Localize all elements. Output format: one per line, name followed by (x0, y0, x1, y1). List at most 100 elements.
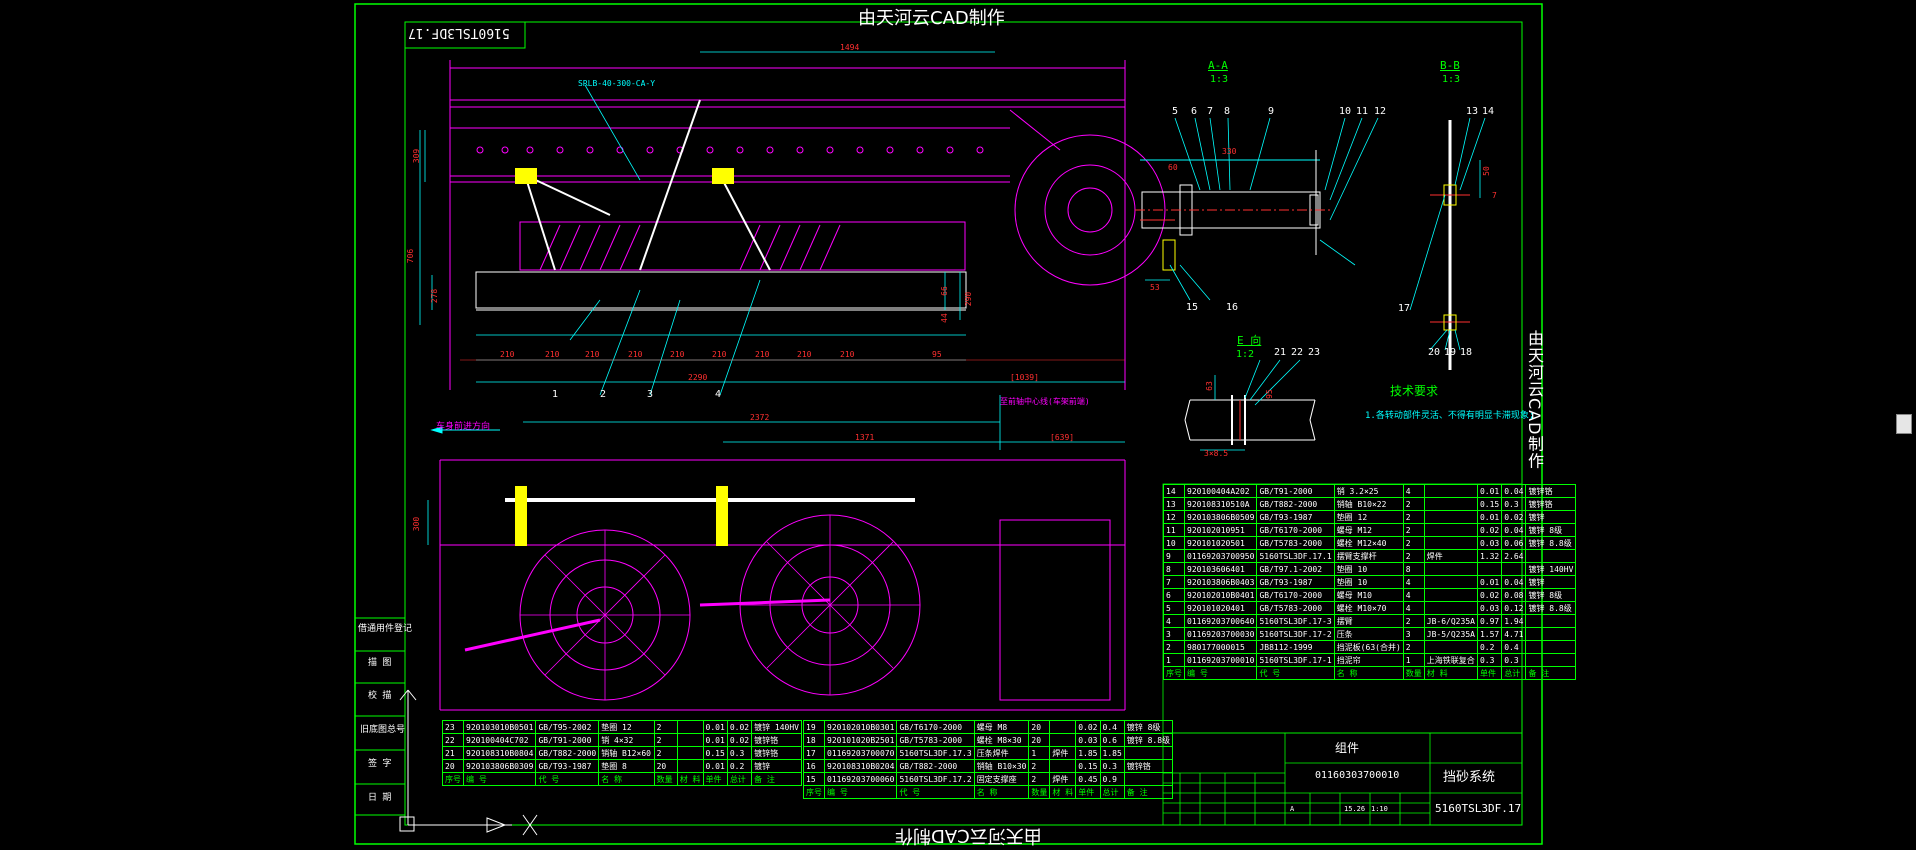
section-bb-label: B-B (1440, 59, 1460, 72)
callout-2: 2 (600, 389, 607, 400)
bom-bottom-mid-header-row: 序号编 号代 号名 称数量材 料单件 总计备 注 (803, 785, 1174, 799)
bom-bottom-left-row: 20 920103806B0309 GB/T93-1987 垫圈 8 20 0.01 0.2… (442, 759, 802, 773)
bom-right-cell: 0.97 (1476, 614, 1503, 628)
bom-right-cell: 3 (1402, 627, 1425, 641)
callout-19: 19 (1444, 347, 1457, 358)
bom-right-cell: 2 (1402, 614, 1425, 628)
bom-right-cell: 0.15 (1476, 497, 1503, 511)
bom-bottom-mid-row: 15 01169203700060 5160TSL3DF.17.2 固定支撑座 2 焊件 0… (803, 772, 1174, 786)
bom-right-cell: 14 (1163, 484, 1185, 498)
strip-label-2: 校 描 (368, 691, 392, 701)
bom-bottom-mid-header-cell: 编 号 (823, 785, 898, 799)
bom-right-cell: 8 (1402, 562, 1425, 576)
bom-bottom-mid-cell: 固定支撑座 (973, 772, 1030, 786)
dim-e-3x8: 3×8.5 (1204, 449, 1229, 458)
bom-right-row: 12 920103806B0509 GB/T93-1987 垫圈 12 2 0.01 0.0… (1163, 510, 1577, 524)
bom-right-cell: 2.64 (1501, 549, 1527, 563)
bom-right-row: 8 920103606401 GB/T97.1-2002 垫圈 10 8 镀锌 140HV (1163, 562, 1577, 576)
vertical-scrollbar[interactable] (1894, 0, 1916, 847)
bom-right-cell: 挡泥板(63(合并) (1333, 640, 1404, 654)
bom-bottom-mid-cell: 镀锌铬 (1123, 759, 1174, 773)
bom-bottom-left-cell: 0.2 (726, 759, 753, 773)
bom-bottom-left-cell: 20 (442, 759, 464, 773)
bom-bottom-mid-cell: 15 (803, 772, 825, 786)
bom-bottom-mid-cell: 1 (1028, 746, 1051, 760)
bom-bottom-left-cell: 920100404C702 (462, 733, 537, 747)
bom-bottom-left-cell: 镀锌 140HV (751, 720, 802, 734)
bom-bottom-left-cell: 2 (653, 720, 678, 734)
section-bb-scale: 1:3 (1442, 74, 1461, 85)
bom-bottom-mid-header-cell: 数量 (1028, 785, 1051, 799)
bom-right-cell: 4 (1402, 588, 1425, 602)
bom-right-row: 14 920100404A202 GB/T91-2000 销 3.2×25 4 0.01 0… (1163, 484, 1577, 498)
title-scale: 1:10 (1371, 805, 1388, 813)
bom-right-cell: 0.04 (1501, 484, 1527, 498)
bom-right-cell: GB/T91-2000 (1256, 484, 1335, 498)
bom-right-row: 2 980177000015 JB8112-1999 挡泥板(63(合并) 2 0.2 0.… (1163, 640, 1577, 654)
bom-bottom-mid-header-cell: 备 注 (1123, 785, 1174, 799)
bom-bottom-left-cell: GB/T95-2002 (535, 720, 600, 734)
scrollbar-thumb[interactable] (1896, 414, 1912, 434)
bom-bottom-mid-cell: GB/T882-2000 (896, 759, 975, 773)
bom-right-cell: 2 (1402, 510, 1425, 524)
dim-bb-50: 50 (1481, 166, 1491, 176)
dim-e-63: 63 (1204, 381, 1214, 391)
bom-bottom-mid-cell: 镀锌 8.8级 (1123, 733, 1174, 747)
bom-right-cell: 2 (1163, 640, 1185, 654)
bom-right-cell: GB/T6170-2000 (1256, 523, 1335, 537)
bom-right-cell: 销轴 B10×22 (1333, 497, 1404, 511)
bom-right-cell: 5160TSL3DF.17-1 (1256, 653, 1335, 667)
bom-right-header-cell: 单件 (1476, 666, 1503, 680)
bom-bottom-left-cell (676, 746, 704, 760)
bom-right-cell: 920101020401 (1183, 601, 1258, 615)
bom-right-cell: GB/T93-1987 (1256, 575, 1335, 589)
callout-15: 15 (1186, 302, 1199, 313)
pitch-1: 210 (545, 350, 560, 359)
drawing-number-box: 5160TSL3DF.17 (408, 25, 510, 40)
bom-bottom-mid-header-cell: 总计 (1099, 785, 1125, 799)
tech-req-title: 技术要求 (1390, 384, 1439, 398)
strip-label-5: 日 期 (368, 793, 392, 803)
pitch-6: 210 (755, 350, 770, 359)
title-group: 组件 (1335, 741, 1360, 755)
bom-right-cell: 压条 (1333, 627, 1404, 641)
bom-right-cell: 0.02 (1476, 523, 1503, 537)
bom-right-cell: 12 (1163, 510, 1185, 524)
bom-right-cell: 1.57 (1476, 627, 1503, 641)
bom-right-table: 14 920100404A202 GB/T91-2000 销 3.2×25 4 0.01 0… (1163, 484, 1577, 680)
bom-right-row: 10 920101020501 GB/T5783-2000 螺栓 M12×40 2 0.0… (1163, 536, 1577, 550)
tech-req-line1: 1.各转动部件灵活、不得有明显卡滞现象; (1365, 411, 1535, 421)
bom-right-cell (1423, 588, 1478, 602)
bom-right-row: 9 01169203700950 5160TSL3DF.17.1 摆臂支撑杆 2 焊件 1.… (1163, 549, 1577, 563)
callout-8: 8 (1224, 106, 1231, 117)
bom-bottom-left-header-cell: 单件 (702, 772, 728, 786)
bom-right-header-cell: 备 注 (1525, 666, 1577, 680)
bom-bottom-mid-cell: 0.45 (1075, 772, 1101, 786)
bom-bottom-mid-header-cell: 单件 (1075, 785, 1101, 799)
bom-bottom-left-cell: 垫圈 8 (598, 759, 655, 773)
bom-right-cell: 11 (1163, 523, 1185, 537)
pitch-9: 95 (932, 350, 942, 359)
bom-bottom-mid-cell: 0.9 (1099, 772, 1125, 786)
bom-right-cell: 0.01 (1476, 575, 1503, 589)
bom-right-cell: 0.01 (1476, 510, 1503, 524)
dim-bb-7: 7 (1492, 191, 1497, 200)
bom-right-header-cell: 材 料 (1423, 666, 1478, 680)
bom-bottom-left-cell: 镀锌铬 (751, 733, 802, 747)
bom-bottom-mid-cell: 2 (1028, 772, 1051, 786)
bom-bottom-mid-cell: 压条焊件 (973, 746, 1030, 760)
bom-right-cell: 01169203700030 (1183, 627, 1258, 641)
bom-bottom-mid-cell (1049, 759, 1077, 773)
bom-bottom-left-cell: 销轴 B12×60 (598, 746, 655, 760)
callout-5: 5 (1172, 106, 1179, 117)
bom-bottom-left-cell: 0.01 (702, 720, 728, 734)
bom-right-cell: 01169203700640 (1183, 614, 1258, 628)
bom-bottom-mid-row: 16 920108310B0204 GB/T882-2000 销轴 B10×30 2 0.… (803, 759, 1174, 773)
callout-22: 22 (1291, 347, 1304, 358)
bom-bottom-mid-cell: 0.03 (1075, 733, 1101, 747)
callout-1: 1 (552, 389, 559, 400)
bom-bottom-mid-cell (1049, 720, 1077, 734)
section-aa-label: A-A (1208, 59, 1228, 72)
bom-right-cell: 1.94 (1501, 614, 1527, 628)
bom-bottom-mid-header-cell: 代 号 (896, 785, 975, 799)
